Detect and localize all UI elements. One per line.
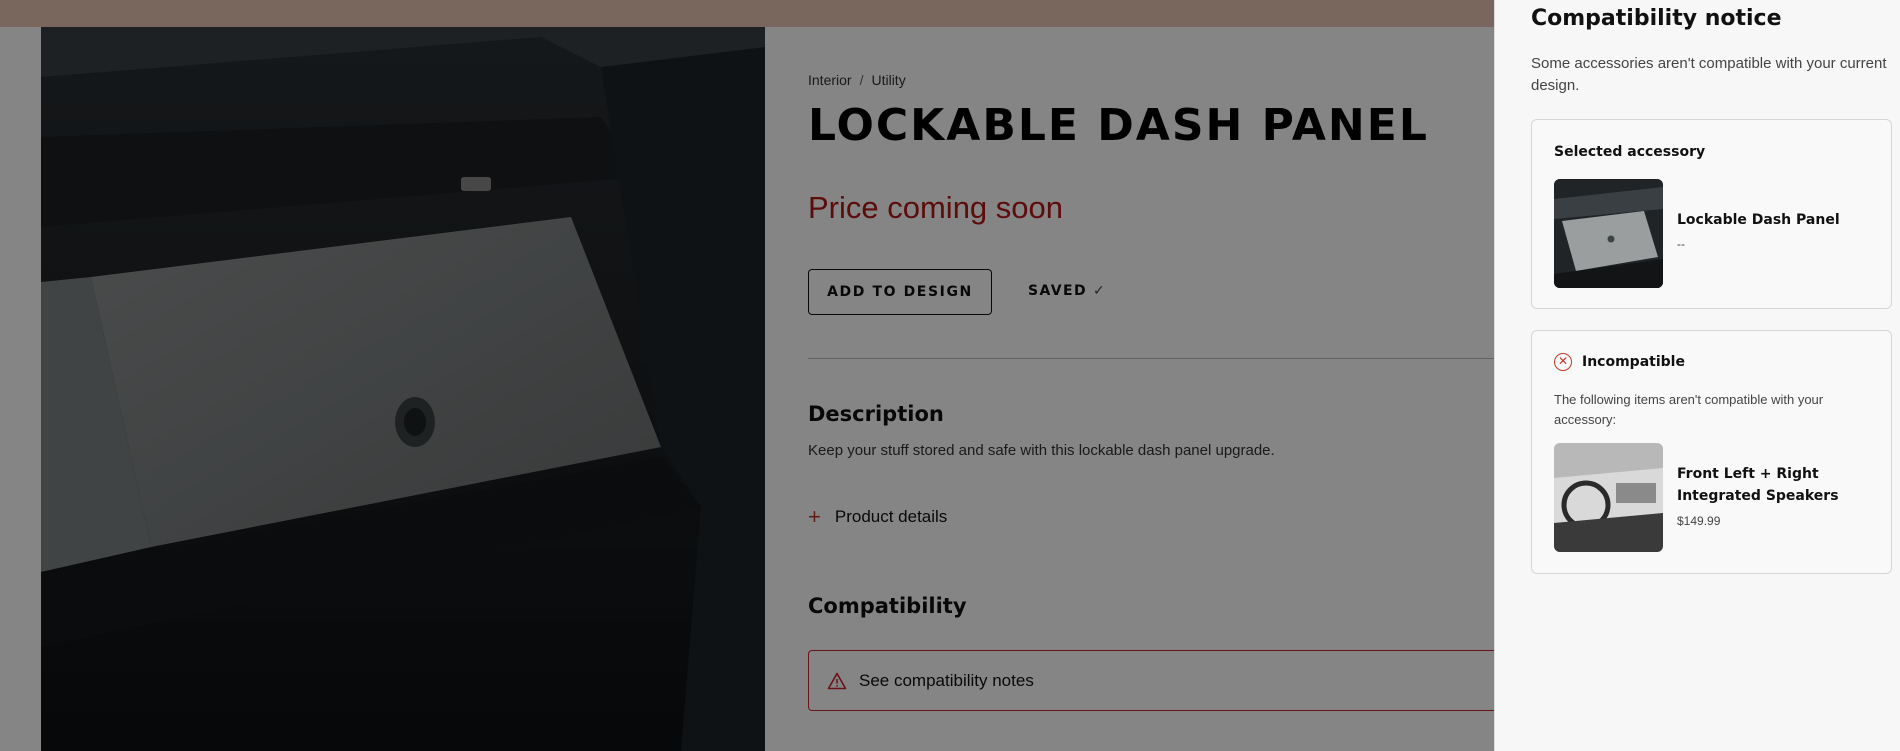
- selected-accessory-thumbnail: [1554, 179, 1663, 288]
- incompatible-header: ✕ Incompatible: [1554, 353, 1685, 371]
- incompatible-card: ✕ Incompatible The following items aren'…: [1531, 330, 1892, 574]
- incompatible-item-name: Front Left + Right Integrated Speakers: [1677, 466, 1839, 504]
- incompatible-text: The following items aren't compatible wi…: [1554, 392, 1824, 427]
- panel-subtitle: Some accessories aren't compatible with …: [1531, 55, 1887, 94]
- modal-overlay[interactable]: [0, 0, 1494, 751]
- selected-accessory-card: Selected accessory Lockable Dash Panel -…: [1531, 119, 1892, 309]
- incompatible-item-thumbnail: [1554, 443, 1663, 552]
- selected-accessory-name: Lockable Dash Panel: [1677, 212, 1840, 228]
- panel-title: Compatibility notice: [1531, 6, 1782, 31]
- close-circle-icon: ✕: [1554, 353, 1572, 371]
- selected-accessory-label: Selected accessory: [1554, 144, 1706, 160]
- selected-accessory-price: --: [1677, 237, 1685, 251]
- compatibility-panel: Compatibility notice Some accessories ar…: [1494, 0, 1900, 751]
- incompatible-item-price: $149.99: [1677, 514, 1721, 528]
- incompatible-label: Incompatible: [1582, 354, 1685, 370]
